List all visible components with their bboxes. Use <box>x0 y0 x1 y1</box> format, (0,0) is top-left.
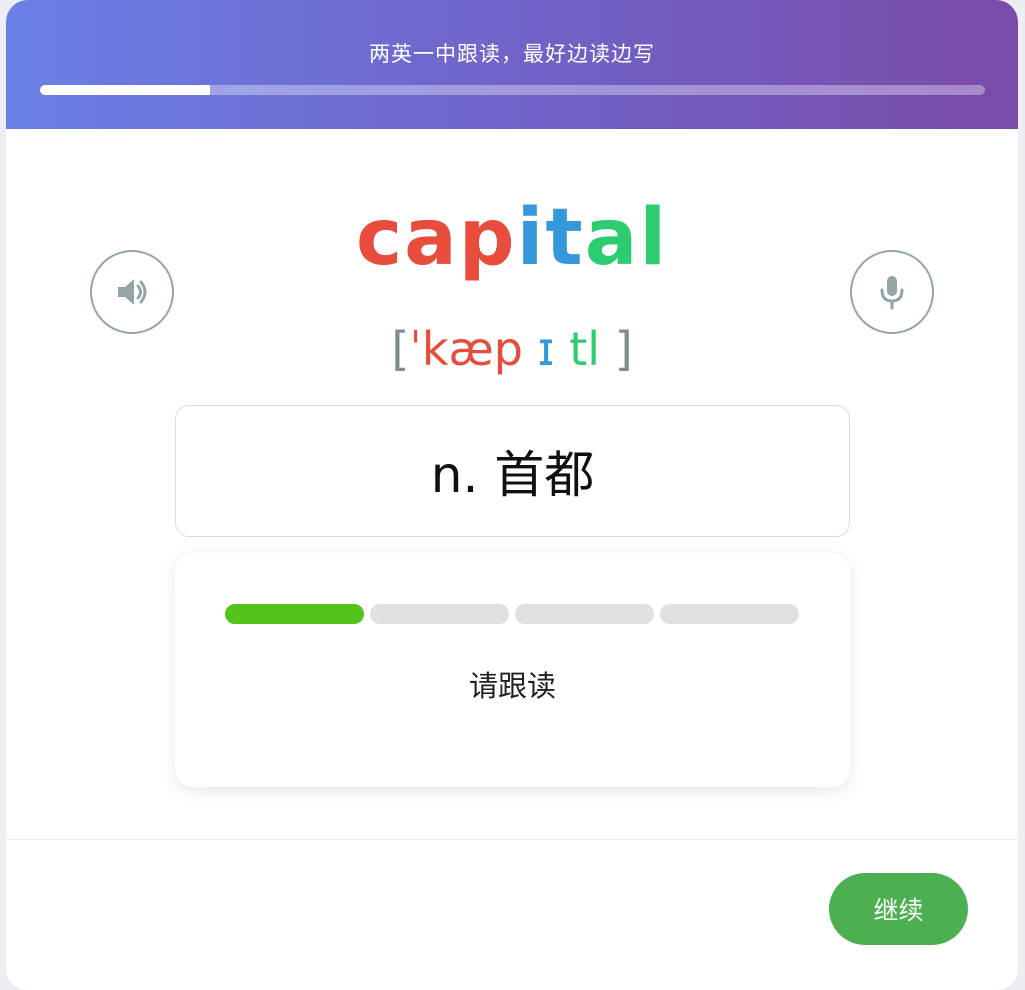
meaning-box: n. 首都 <box>175 405 850 537</box>
lesson-progress-fill <box>40 85 211 95</box>
read-step-segment <box>660 604 799 624</box>
phonetic-part: ˈkæp <box>409 322 523 376</box>
read-step-segment <box>370 604 509 624</box>
word-part: al <box>584 193 669 283</box>
phonetic-open-bracket: [ <box>391 322 410 376</box>
phonetic-part: ɪ <box>537 322 555 376</box>
word-meaning: n. 首都 <box>430 446 595 504</box>
header-title: 两英一中跟读，最好边读边写 <box>369 42 655 66</box>
phonetic-transcription: [ˈkæp ɪ tl ] <box>6 318 1018 380</box>
read-along-panel: 请跟读 <box>175 553 850 787</box>
vocabulary-word: capital <box>6 190 1018 286</box>
phonetic-close-bracket: ] <box>614 322 633 376</box>
header-banner: 两英一中跟读，最好边读边写 <box>6 0 1018 129</box>
lesson-progress-bar <box>40 85 985 95</box>
word-card: 两英一中跟读，最好边读边写 capital [ˈkæp ɪ tl ] n. 首都… <box>6 0 1018 990</box>
continue-button[interactable]: 继续 <box>829 873 968 945</box>
word-part: cap <box>355 193 517 283</box>
read-instruction: 请跟读 <box>468 669 556 703</box>
read-step-segment <box>225 604 364 624</box>
read-step-segment <box>515 604 654 624</box>
footer-divider <box>6 839 1018 840</box>
word-part: it <box>516 193 585 283</box>
phonetic-part: tl <box>569 322 601 376</box>
